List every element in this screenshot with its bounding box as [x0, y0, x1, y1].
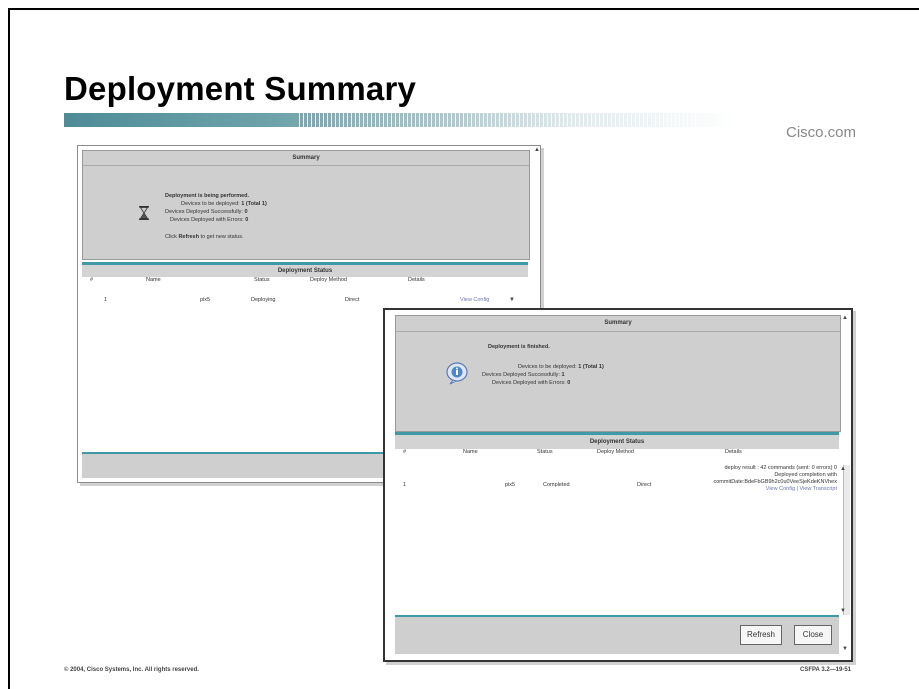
devices-to-deploy-row: Devices to be deployed: 1 (Total 1)	[181, 201, 267, 207]
summary-panel: Summary Deployment is finished. Devices …	[395, 315, 841, 432]
brand-label: Cisco.com	[786, 124, 857, 141]
scroll-up-icon[interactable]: ▲	[534, 147, 540, 153]
refresh-hint: Click Refresh to get new status.	[165, 234, 244, 240]
summary-panel: Summary Deployment is being performed. D…	[82, 150, 530, 260]
col-details: Details	[725, 449, 742, 455]
deployed-success-row: Devices Deployed Successfully: 1	[482, 372, 565, 378]
view-config-link[interactable]: View Config	[460, 297, 489, 304]
scroll-down-icon[interactable]: ▼	[840, 608, 846, 614]
slide-border-top	[8, 8, 919, 10]
summary-heading: Summary	[83, 151, 529, 166]
summary-heading: Summary	[396, 316, 840, 332]
details-cell: deploy result : 42 commands (sent: 0 err…	[653, 465, 837, 505]
col-deploy-method: Deploy Method	[310, 277, 347, 283]
window-scroll-up-icon[interactable]: ▲	[842, 315, 848, 321]
deployed-success-row: Devices Deployed Successfully: 0	[165, 209, 248, 215]
deploy-message: Deployment is being performed.	[165, 193, 250, 199]
col-details: Details	[408, 277, 425, 283]
view-config-transcript-links[interactable]: View Config | View Transcript	[653, 486, 837, 493]
refresh-button[interactable]: Refresh	[740, 625, 782, 645]
col-name: Name	[146, 277, 161, 283]
col-name: Name	[463, 449, 478, 455]
deployment-window-finished: Summary Deployment is finished. Devices …	[383, 308, 853, 662]
devices-to-deploy-row: Devices to be deployed: 1 (Total 1)	[518, 364, 604, 370]
slide-border-left	[8, 8, 10, 689]
bottom-bar: Refresh Close	[395, 615, 839, 654]
copyright-footer: © 2004, Cisco Systems, Inc. All rights r…	[64, 667, 199, 673]
slide-title: Deployment Summary	[64, 70, 417, 107]
deploy-message: Deployment is finished.	[488, 344, 550, 350]
deployed-errors-row: Devices Deployed with Errors: 0	[492, 380, 571, 386]
table-scrollbar[interactable]	[843, 465, 850, 615]
hourglass-icon	[139, 206, 149, 220]
deployment-status-heading: Deployment Status	[82, 262, 528, 277]
col-status: Status	[537, 449, 553, 455]
window-scroll-down-icon[interactable]: ▼	[842, 646, 848, 652]
col-number: #	[403, 449, 407, 455]
deployed-errors-row: Devices Deployed with Errors: 0	[170, 217, 249, 223]
col-status: Status	[254, 277, 270, 283]
slide-number: CSFPA 3.2—19-51	[800, 667, 852, 673]
deployment-status-heading: Deployment Status	[395, 432, 839, 449]
scroll-down-icon[interactable]: ▼	[509, 297, 515, 303]
col-number: #	[90, 277, 94, 283]
title-rule	[64, 113, 904, 127]
scroll-up-icon[interactable]: ▲	[840, 466, 846, 472]
info-icon	[446, 362, 468, 385]
close-button[interactable]: Close	[794, 625, 832, 645]
col-deploy-method: Deploy Method	[597, 449, 634, 455]
